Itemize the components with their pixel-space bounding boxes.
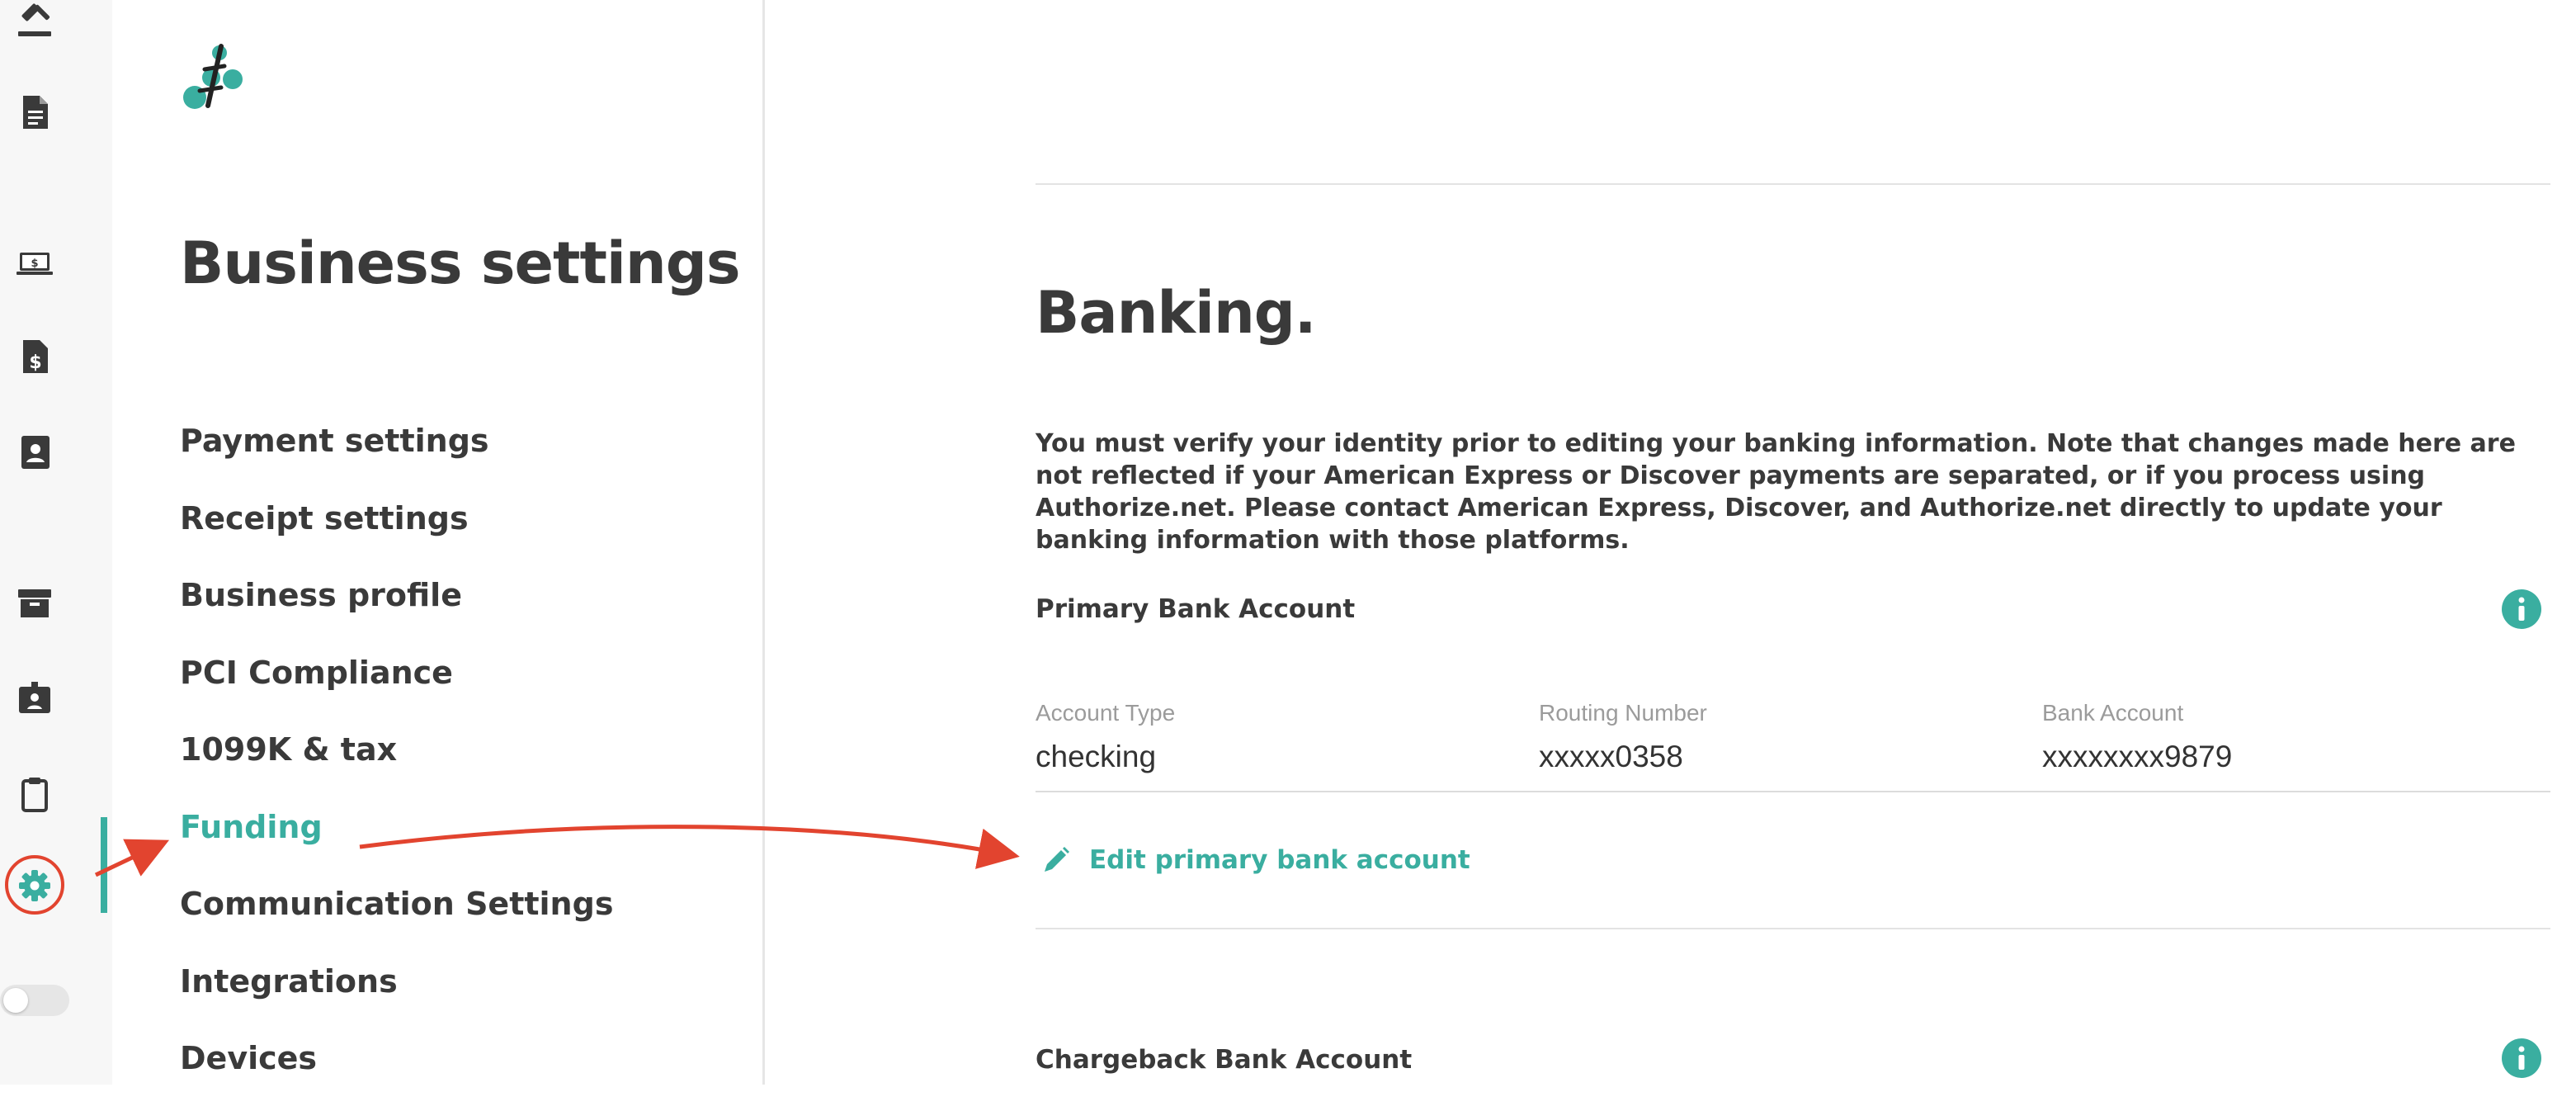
- nav-item-funding[interactable]: Funding: [101, 802, 762, 912]
- id-badge-icon[interactable]: [15, 678, 54, 718]
- field-label: Routing Number: [1539, 700, 1707, 726]
- verification-notice: You must verify your identity prior to e…: [1036, 429, 2516, 555]
- field-value: checking: [1036, 740, 1157, 773]
- field-label: Account Type: [1036, 700, 1176, 726]
- brand-logo-icon: [180, 41, 251, 116]
- nav-item-1099k-tax[interactable]: 1099K & tax: [112, 725, 762, 802]
- settings-nav-panel: Business settings Payment settings Recei…: [101, 0, 765, 1085]
- toggle-knob: [3, 988, 28, 1013]
- section-title: Banking.: [1036, 279, 1317, 347]
- info-icon[interactable]: [2501, 1038, 2542, 1079]
- info-icon[interactable]: [2501, 589, 2542, 630]
- svg-text:$: $: [31, 258, 38, 270]
- icon-rail: $ $: [0, 0, 113, 1085]
- chargeback-bank-account-label: Chargeback Bank Account: [1036, 1045, 1413, 1075]
- nav-item-receipt-settings[interactable]: Receipt settings: [112, 494, 762, 571]
- main-content: Banking. You must verify your identity p…: [762, 0, 2576, 1085]
- nav-item-pci-compliance[interactable]: PCI Compliance: [112, 648, 762, 726]
- gavel-icon[interactable]: [15, 2, 54, 41]
- field-value: xxxxx0358: [1539, 740, 1683, 773]
- field-label: Bank Account: [2042, 700, 2184, 726]
- nav-item-payment-settings[interactable]: Payment settings: [112, 416, 762, 494]
- divider: [1036, 791, 2550, 792]
- bank-account-field: Bank Account xxxxxxxx9879: [2042, 700, 2232, 774]
- document-icon[interactable]: [15, 92, 54, 132]
- divider: [1036, 183, 2550, 185]
- clipboard-icon[interactable]: [15, 774, 54, 814]
- nav-item-communication-settings[interactable]: Communication Settings: [112, 879, 762, 957]
- page-title: Business settings: [180, 229, 741, 297]
- contact-card-icon[interactable]: [15, 433, 54, 472]
- primary-bank-account-label: Primary Bank Account: [1036, 594, 1356, 624]
- field-value: xxxxxxxx9879: [2042, 740, 2233, 773]
- settings-nav-list: Payment settings Receipt settings Busine…: [101, 416, 762, 1111]
- annotation-circle: [5, 855, 64, 915]
- svg-text:$: $: [29, 352, 41, 373]
- laptop-dollar-icon[interactable]: $: [15, 244, 54, 284]
- theme-toggle[interactable]: [0, 985, 69, 1016]
- divider: [1036, 928, 2550, 929]
- nav-item-business-profile[interactable]: Business profile: [112, 570, 762, 648]
- nav-item-integrations[interactable]: Integrations: [112, 957, 762, 1034]
- nav-item-devices[interactable]: Devices: [112, 1033, 762, 1111]
- invoice-dollar-icon[interactable]: $: [15, 337, 54, 376]
- pencil-icon: [1045, 847, 1069, 872]
- account-type-field: Account Type checking: [1036, 700, 1175, 774]
- edit-primary-bank-account-link[interactable]: Edit primary bank account: [1041, 845, 1470, 875]
- routing-number-field: Routing Number xxxxx0358: [1539, 700, 1707, 774]
- edit-link-label: Edit primary bank account: [1089, 845, 1470, 875]
- archive-box-icon[interactable]: [15, 583, 54, 622]
